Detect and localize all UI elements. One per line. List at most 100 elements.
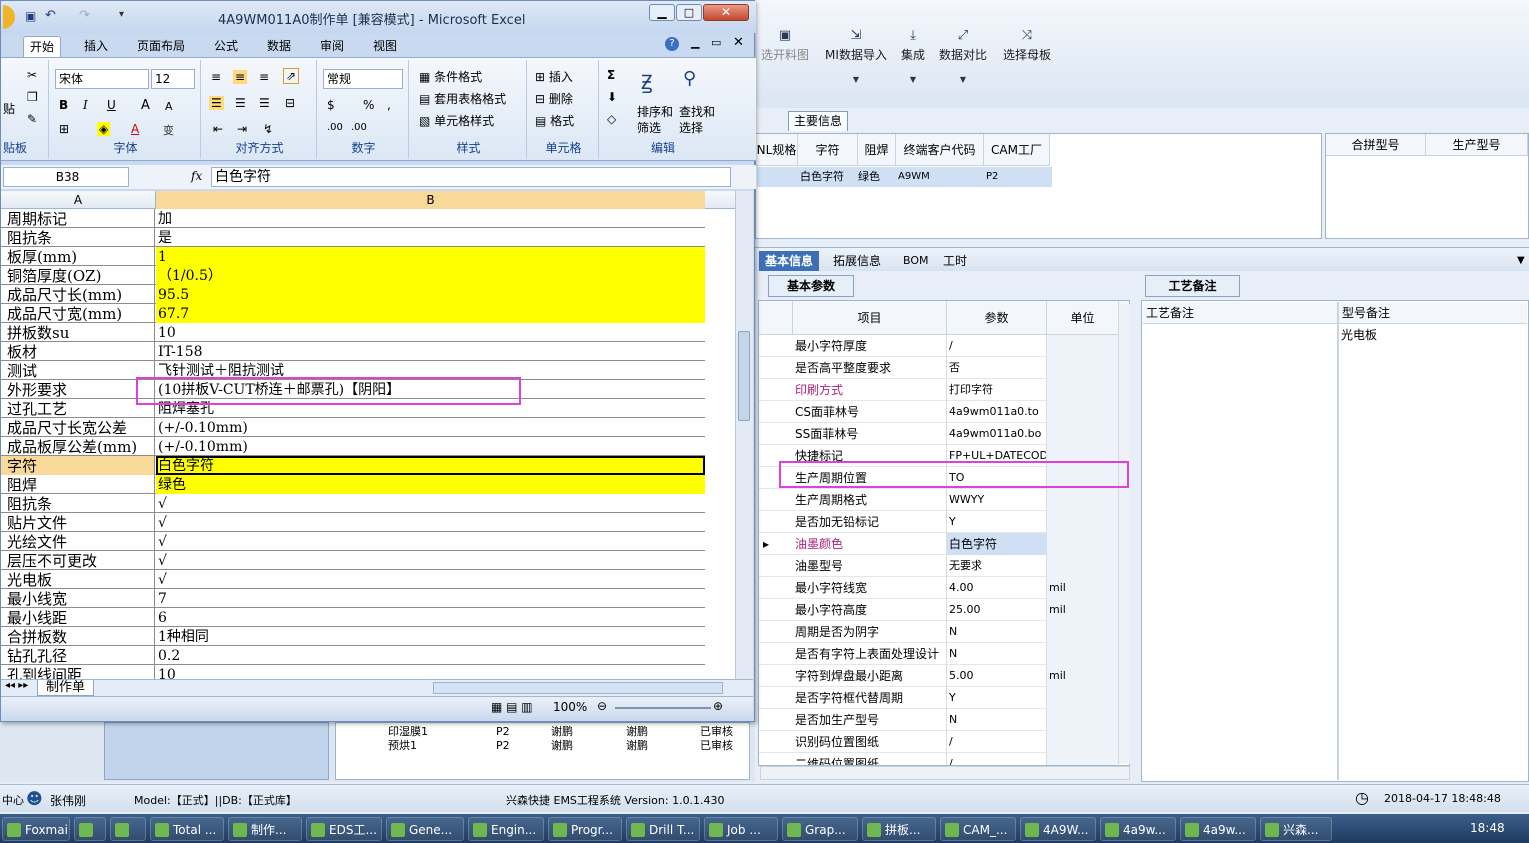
cell-a[interactable]: 周期标记 bbox=[1, 209, 155, 228]
param-value[interactable]: Y bbox=[947, 511, 1047, 533]
table-row[interactable]: 孔到线间距 10 bbox=[1, 665, 705, 679]
table-format-button[interactable]: ▤ 套用表格格式 bbox=[419, 90, 506, 107]
param-value[interactable]: Y bbox=[947, 687, 1047, 709]
taskbar-item[interactable]: 拼板... bbox=[862, 817, 936, 841]
tab-hours[interactable]: 工时 bbox=[937, 251, 973, 271]
tab-basic-params[interactable]: 基本参数 bbox=[768, 275, 854, 297]
table-row[interactable]: 最小线距 6 bbox=[1, 608, 705, 627]
param-value[interactable]: N bbox=[947, 709, 1047, 731]
currency-icon[interactable]: $ bbox=[327, 98, 335, 112]
cut-icon[interactable]: ✂ bbox=[27, 68, 37, 82]
param-vscrollbar[interactable] bbox=[1118, 304, 1130, 764]
font-size-select[interactable]: 12 bbox=[151, 69, 195, 89]
paste-button[interactable]: 贴 bbox=[3, 100, 15, 117]
ribbon-select-button[interactable]: ⤨ 选择母板 bbox=[999, 28, 1055, 63]
cell-a[interactable]: 光电板 bbox=[1, 570, 155, 589]
ribbon-mi-import-button[interactable]: ⇲ MI数据导入 ▼ bbox=[821, 28, 891, 84]
cell-a[interactable]: 字符 bbox=[1, 456, 155, 475]
table-row[interactable]: 铜箔厚度(OZ) （1/0.5） bbox=[1, 266, 705, 285]
sheet-vscrollbar[interactable] bbox=[735, 191, 753, 679]
taskbar-item[interactable]: 制作... bbox=[228, 817, 302, 841]
cell-a[interactable]: 最小线宽 bbox=[1, 589, 155, 608]
cell-a[interactable]: 板厚(mm) bbox=[1, 247, 155, 266]
delete-cells-button[interactable]: ⊟ 删除 bbox=[535, 90, 573, 107]
cell-a[interactable]: 孔到线间距 bbox=[1, 665, 155, 679]
param-value[interactable]: 打印字符 bbox=[947, 379, 1047, 401]
increase-decimal-icon[interactable]: .00 bbox=[327, 122, 343, 133]
taskbar-item[interactable]: Engin... bbox=[468, 817, 544, 841]
tab-extended-info[interactable]: 拓展信息 bbox=[827, 251, 887, 271]
ribbon-compare-button[interactable]: ⤢ 数据对比 ▼ bbox=[937, 28, 989, 84]
grid-header[interactable]: 单位 bbox=[1047, 301, 1119, 335]
cell-b[interactable]: √ bbox=[156, 494, 705, 513]
clear-icon[interactable]: ◇ bbox=[607, 112, 616, 126]
cell-a[interactable]: 拼板数su bbox=[1, 323, 155, 342]
font-name-select[interactable]: 宋体 bbox=[55, 69, 149, 89]
param-row[interactable]: 最小字符厚度 / bbox=[759, 335, 1119, 357]
cell-b[interactable]: 加 bbox=[156, 209, 705, 228]
zoom-in-icon[interactable]: ⊕ bbox=[713, 699, 723, 713]
fill-color-icon[interactable]: ◈ bbox=[97, 122, 111, 136]
cell-b[interactable]: 7 bbox=[156, 589, 705, 608]
undo-icon[interactable]: ↶ bbox=[45, 8, 56, 23]
find-select-icon[interactable]: ⚲ bbox=[683, 68, 696, 89]
underline-button[interactable]: U bbox=[107, 98, 116, 112]
cell-a[interactable]: 层压不可更改 bbox=[1, 551, 155, 570]
tab-page-layout[interactable]: 页面布局 bbox=[131, 36, 191, 57]
table-row[interactable]: 光电板 √ bbox=[1, 570, 705, 589]
param-value[interactable]: 白色字符 bbox=[947, 533, 1047, 555]
cell-b[interactable]: √ bbox=[156, 513, 705, 532]
grid-header[interactable]: 参数 bbox=[947, 301, 1047, 335]
decrease-decimal-icon[interactable]: .00 bbox=[351, 122, 367, 133]
align-bottom-icon[interactable]: ≡ bbox=[259, 70, 269, 84]
cell-a[interactable]: 测试 bbox=[1, 361, 155, 380]
column-header-a[interactable]: A bbox=[1, 191, 156, 209]
name-box[interactable]: B38 bbox=[3, 167, 129, 187]
cell-b[interactable]: √ bbox=[156, 570, 705, 589]
formula-input[interactable]: 白色字符 bbox=[211, 167, 731, 187]
align-left-icon[interactable]: ☰ bbox=[209, 96, 224, 110]
table-row[interactable]: 成品尺寸长(mm) 95.5 bbox=[1, 285, 705, 304]
taskbar-item[interactable]: 4a9w... bbox=[1100, 817, 1176, 841]
ribbon-restore-icon[interactable]: ▭ bbox=[711, 36, 721, 49]
tab-formulas[interactable]: 公式 bbox=[208, 36, 244, 57]
find-select-button[interactable]: 查找和选择 bbox=[679, 104, 719, 136]
grid-header[interactable]: NL规格 bbox=[756, 134, 798, 166]
param-row[interactable]: 是否字符框代替周期 Y bbox=[759, 687, 1119, 709]
help-icon[interactable]: ? bbox=[665, 37, 679, 51]
cell-b[interactable]: （1/0.5） bbox=[156, 266, 705, 285]
cell-b[interactable]: 1种相同 bbox=[156, 627, 705, 646]
cell-b[interactable]: 67.7 bbox=[156, 304, 705, 323]
table-row[interactable]: 层压不可更改 √ bbox=[1, 551, 705, 570]
cell-a[interactable]: 成品尺寸宽(mm) bbox=[1, 304, 155, 323]
table-row[interactable]: 成品尺寸长宽公差 (+/-0.10mm) bbox=[1, 418, 705, 437]
shrink-font-button[interactable]: A bbox=[165, 100, 173, 113]
table-row[interactable]: 周期标记加 bbox=[1, 209, 705, 228]
grow-font-button[interactable]: A bbox=[141, 98, 150, 113]
office-button[interactable] bbox=[3, 5, 15, 29]
cell-b[interactable]: √ bbox=[156, 532, 705, 551]
wrap-icon[interactable]: ↯ bbox=[263, 122, 273, 136]
save-icon[interactable]: ▣ bbox=[25, 9, 36, 23]
tab-data[interactable]: 数据 bbox=[261, 36, 297, 57]
param-value[interactable]: / bbox=[947, 753, 1047, 765]
cell-b[interactable]: (+/-0.10mm) bbox=[156, 437, 705, 456]
align-top-icon[interactable]: ≡ bbox=[211, 70, 221, 84]
taskbar-item[interactable]: Grap... bbox=[782, 817, 858, 841]
sort-filter-button[interactable]: 排序和筛选 bbox=[637, 104, 677, 136]
cell-a[interactable]: 阻焊 bbox=[1, 475, 155, 494]
cell-a[interactable]: 成品板厚公差(mm) bbox=[1, 437, 155, 456]
comma-icon[interactable]: , bbox=[387, 98, 391, 112]
cell-b[interactable]: 1 bbox=[156, 247, 705, 266]
grid-header[interactable]: 生产型号 bbox=[1426, 134, 1528, 156]
sort-filter-icon[interactable]: Ꙃ bbox=[641, 68, 653, 95]
zoom-slider[interactable] bbox=[615, 707, 711, 709]
table-row[interactable]: 成品尺寸宽(mm) 67.7 bbox=[1, 304, 705, 323]
taskbar-item[interactable]: Gene... bbox=[386, 817, 464, 841]
param-row[interactable]: CS面菲林号 4a9wm011a0.to bbox=[759, 401, 1119, 423]
align-center-icon[interactable]: ☰ bbox=[235, 96, 246, 110]
align-right-icon[interactable]: ☰ bbox=[259, 96, 270, 110]
percent-icon[interactable]: % bbox=[363, 98, 374, 112]
taskbar-item[interactable]: 4A9W... bbox=[1020, 817, 1096, 841]
cell-b[interactable]: 10 bbox=[156, 323, 705, 342]
